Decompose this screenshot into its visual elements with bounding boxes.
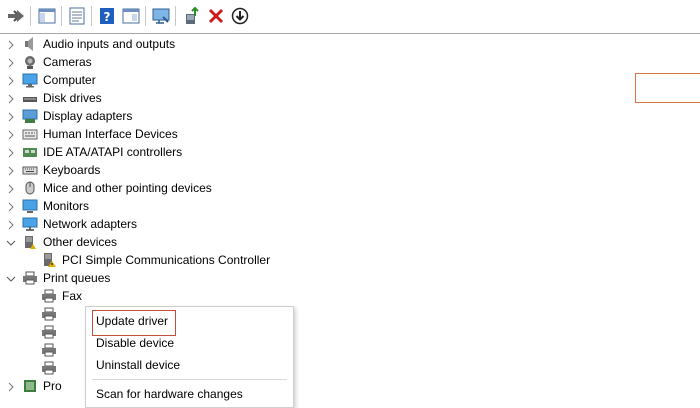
tree-item-label: Cameras	[43, 55, 92, 69]
tree-item-label: Monitors	[43, 199, 90, 213]
tree-item-keyboards[interactable]: Keyboards	[0, 161, 600, 179]
tree-item-label: Human Interface Devices	[43, 127, 178, 141]
help-icon[interactable]: ?	[97, 6, 117, 26]
svg-text:?: ?	[104, 10, 111, 24]
tree-item-label: Pro	[43, 379, 62, 393]
update-driver-icon[interactable]	[182, 6, 202, 26]
tree-item-label: Keyboards	[43, 163, 101, 177]
tree-item-pci-controller[interactable]: PCI Simple Communications Controller	[0, 251, 600, 269]
chevron-down-icon[interactable]	[6, 273, 16, 283]
tree-item-other-devices[interactable]: Other devices	[0, 233, 600, 251]
menu-item-label: Uninstall device	[96, 358, 181, 372]
toolbar-separator	[30, 6, 31, 26]
tree-item-label: Mice and other pointing devices	[43, 181, 212, 195]
unknown-device-icon	[41, 252, 57, 268]
camera-icon	[22, 54, 38, 70]
tree-item-label: IDE ATA/ATAPI controllers	[43, 145, 183, 159]
chevron-right-icon[interactable]	[6, 147, 16, 158]
tree-item-computer[interactable]: Computer	[0, 71, 600, 89]
tree-item-mice[interactable]: Mice and other pointing devices	[0, 179, 600, 197]
tree-item-label: Display adapters	[43, 109, 133, 123]
annotation-box	[635, 73, 700, 103]
tree-item-print-queues[interactable]: Print queues	[0, 269, 600, 287]
context-menu: Update driver Disable device Uninstall d…	[85, 306, 294, 408]
printer-icon	[22, 270, 38, 286]
network-adapter-icon	[22, 216, 38, 232]
menu-item-label: Disable device	[96, 336, 175, 350]
toolbar-separator	[61, 6, 62, 26]
printer-icon	[41, 360, 57, 376]
display-adapter-icon	[22, 108, 38, 124]
menu-item-uninstall-device[interactable]: Uninstall device	[86, 354, 293, 376]
mouse-icon	[22, 180, 38, 196]
menu-item-disable-device[interactable]: Disable device	[86, 332, 293, 354]
chevron-right-icon[interactable]	[6, 201, 16, 212]
toolbar: ?	[0, 0, 700, 34]
chevron-right-icon[interactable]	[6, 129, 16, 140]
tree-item-label: PCI Simple Communications Controller	[62, 253, 271, 267]
chevron-right-icon[interactable]	[6, 111, 16, 122]
chevron-right-icon[interactable]	[6, 183, 16, 194]
tree-item-label: Print queues	[43, 271, 111, 285]
tree-item-label: Audio inputs and outputs	[43, 37, 176, 51]
tree-item-monitors[interactable]: Monitors	[0, 197, 600, 215]
menu-item-scan-hardware[interactable]: Scan for hardware changes	[86, 383, 293, 405]
other-devices-icon	[22, 234, 38, 250]
printer-icon	[41, 342, 57, 358]
tree-item-hid[interactable]: Human Interface Devices	[0, 125, 600, 143]
menu-item-update-driver[interactable]: Update driver	[86, 310, 293, 336]
tree-item-label: Computer	[43, 73, 96, 87]
tree-item-label: Network adapters	[43, 217, 138, 231]
tree-item-audio[interactable]: Audio inputs and outputs	[0, 35, 600, 53]
toolbar-separator	[91, 6, 92, 26]
tree-item-label: Fax	[62, 289, 83, 303]
chevron-right-icon[interactable]	[6, 165, 16, 176]
chevron-right-icon[interactable]	[6, 57, 16, 68]
disk-drive-icon	[22, 90, 38, 106]
chevron-right-icon[interactable]	[6, 381, 16, 392]
properties-icon[interactable]	[67, 6, 87, 26]
chevron-right-icon[interactable]	[6, 93, 16, 104]
monitor-icon	[22, 198, 38, 214]
scan-monitor-icon[interactable]	[151, 6, 171, 26]
chevron-down-icon[interactable]	[6, 237, 16, 247]
menu-separator	[92, 379, 287, 380]
tree-item-cameras[interactable]: Cameras	[0, 53, 600, 71]
toolbar-separator	[145, 6, 146, 26]
toolbar-separator	[175, 6, 176, 26]
keyboard-icon	[22, 162, 38, 178]
download-icon[interactable]	[230, 6, 250, 26]
menu-item-label: Update driver	[96, 314, 169, 328]
speaker-icon	[22, 36, 38, 52]
tree-item-ide[interactable]: IDE ATA/ATAPI controllers	[0, 143, 600, 161]
tree-item-fax[interactable]: Fax	[0, 287, 600, 305]
chevron-right-icon[interactable]	[6, 39, 16, 50]
chevron-right-icon[interactable]	[6, 219, 16, 230]
printer-icon	[41, 324, 57, 340]
tree-item-disk-drives[interactable]: Disk drives	[0, 89, 600, 107]
printer-icon	[41, 306, 57, 322]
console-tree-icon[interactable]	[37, 6, 57, 26]
uninstall-icon[interactable]	[206, 6, 226, 26]
chevron-right-icon[interactable]	[6, 75, 16, 86]
tree-item-label: Disk drives	[43, 91, 102, 105]
hid-icon	[22, 126, 38, 142]
printer-icon	[41, 288, 57, 304]
computer-icon	[22, 72, 38, 88]
back-icon[interactable]	[6, 6, 26, 26]
show-hidden-icon[interactable]	[121, 6, 141, 26]
tree-item-display-adapters[interactable]: Display adapters	[0, 107, 600, 125]
tree-item-network[interactable]: Network adapters	[0, 215, 600, 233]
ide-controller-icon	[22, 144, 38, 160]
processor-icon	[22, 378, 38, 394]
tree-item-label: Other devices	[43, 235, 118, 249]
